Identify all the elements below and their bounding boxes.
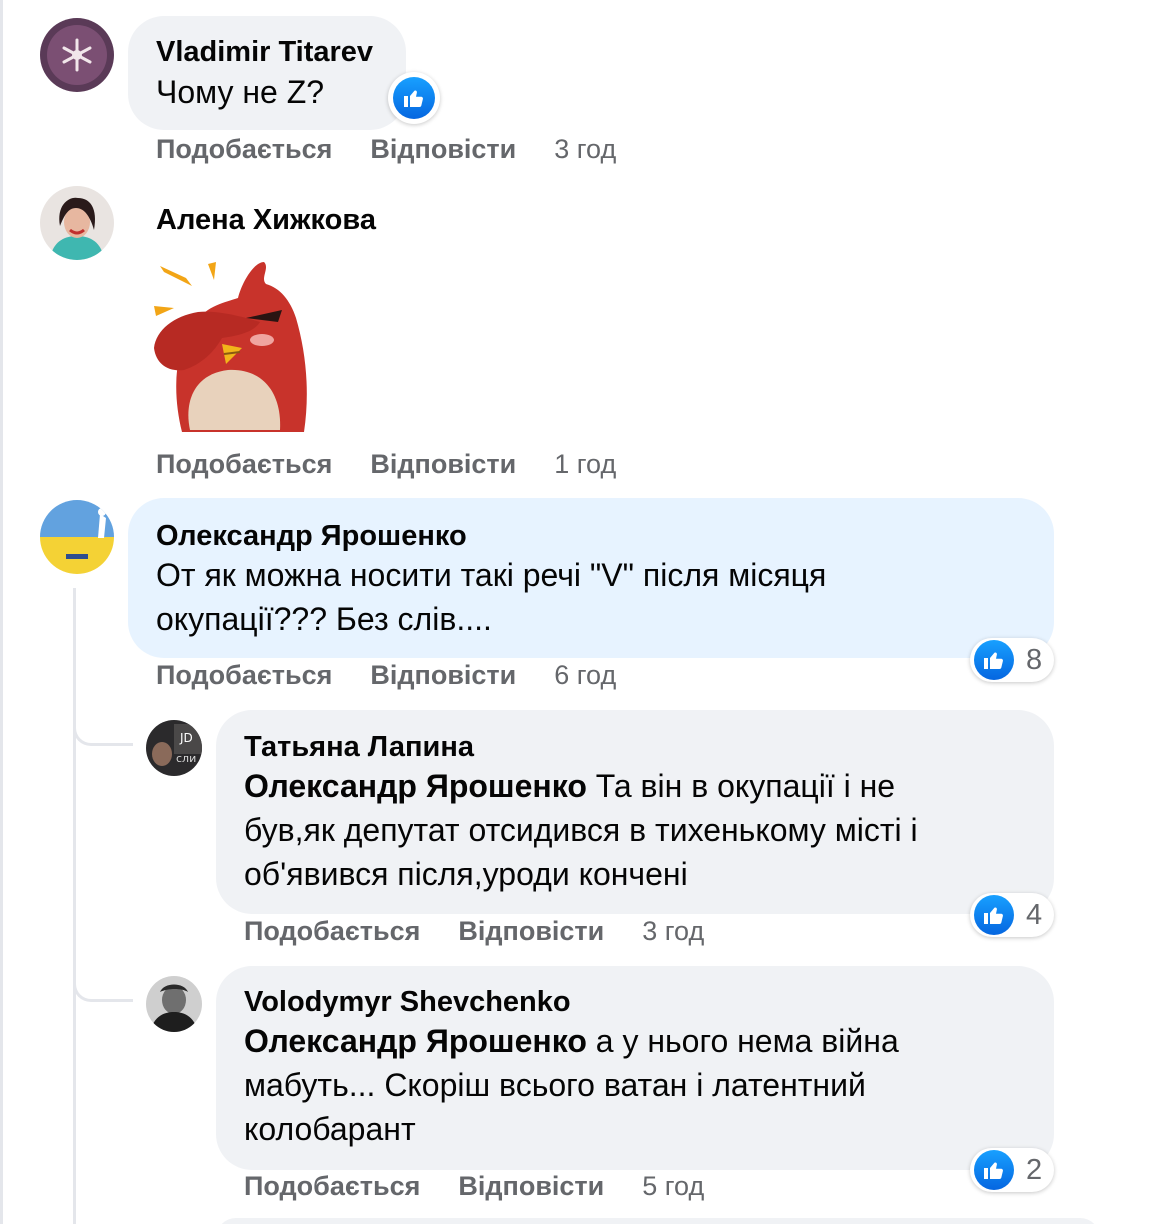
reply-text-line: Олександр Ярошенко а у нього нема війна	[244, 1019, 899, 1063]
reply-link[interactable]: Відповісти	[458, 916, 604, 947]
avatar[interactable]: JD сли	[146, 720, 202, 776]
comment-text-line: От як можна носити такі речі "V" після м…	[156, 557, 827, 593]
comment-author[interactable]: Алена Хижкова	[156, 204, 376, 237]
comment-time[interactable]: 3 год	[554, 134, 616, 165]
comment-actions: Подобається Відповісти 3 год	[156, 134, 616, 165]
thread-line	[73, 588, 76, 1224]
reaction-badge[interactable]: 2	[970, 1148, 1055, 1192]
like-link[interactable]: Подобається	[156, 134, 332, 165]
thread-connector	[73, 726, 133, 746]
reply-author[interactable]: Татьяна Лапина	[244, 731, 474, 764]
comment-text-line: окупації??? Без слів....	[156, 601, 492, 637]
mention-link[interactable]: Олександр Ярошенко	[244, 1023, 587, 1059]
reply-text-line: колобарант	[244, 1111, 416, 1147]
avatar[interactable]	[40, 186, 114, 260]
reply-text-line: об'явився після,уроди кончені	[244, 856, 688, 892]
thumbs-up-icon	[974, 895, 1014, 935]
reply-text-line: мабуть... Скоріш всього ватан і латентни…	[244, 1067, 866, 1103]
reply-link[interactable]: Відповісти	[458, 1171, 604, 1202]
reply-link[interactable]: Відповісти	[370, 449, 516, 480]
reply-actions: Подобається Відповісти 5 год	[244, 1171, 704, 1202]
like-link[interactable]: Подобається	[156, 660, 332, 691]
reaction-count: 2	[1026, 1153, 1043, 1186]
reply-time[interactable]: 5 год	[642, 1171, 704, 1202]
like-link[interactable]: Подобається	[244, 916, 420, 947]
like-link[interactable]: Подобається	[244, 1171, 420, 1202]
reply-text: а у нього нема війна	[586, 1023, 899, 1059]
comment-actions: Подобається Відповісти 6 год	[156, 660, 616, 691]
thumbs-up-icon	[974, 1150, 1014, 1190]
reaction-count: 4	[1026, 898, 1043, 931]
comment-author[interactable]: Vladimir Titarev	[156, 36, 373, 69]
reaction-badge[interactable]: 8	[970, 638, 1055, 682]
reply-time[interactable]: 3 год	[642, 916, 704, 947]
comment-time[interactable]: 1 год	[554, 449, 616, 480]
svg-text:JD: JD	[179, 731, 193, 745]
comment-time[interactable]: 6 год	[554, 660, 616, 691]
reply-text: Та він в окупації і не	[586, 768, 896, 804]
like-link[interactable]: Подобається	[156, 449, 332, 480]
reply-link[interactable]: Відповісти	[370, 660, 516, 691]
red-bird-facepalm-sticker	[150, 252, 316, 436]
reply-bubble-partial	[216, 1218, 1100, 1224]
comment-author[interactable]: Олександр Ярошенко	[156, 520, 467, 553]
comment-actions: Подобається Відповісти 1 год	[156, 449, 616, 480]
avatar[interactable]	[146, 976, 202, 1032]
svg-text:сли: сли	[176, 752, 196, 765]
reply-text-line: Олександр Ярошенко Та він в окупації і н…	[244, 764, 895, 808]
reply-text-line: був,як депутат отсидився в тихенькому мі…	[244, 812, 918, 848]
reaction-count: 8	[1026, 643, 1043, 676]
reply-author[interactable]: Volodymyr Shevchenko	[244, 986, 571, 1019]
mention-link[interactable]: Олександр Ярошенко	[244, 768, 587, 804]
feed-left-border	[0, 0, 3, 1224]
reply-link[interactable]: Відповісти	[370, 134, 516, 165]
reaction-badge[interactable]	[388, 72, 440, 124]
thumbs-up-icon	[393, 77, 435, 119]
thread-connector	[73, 982, 133, 1002]
comment-text: Чому не Z?	[156, 74, 325, 110]
avatar[interactable]	[40, 18, 114, 92]
avatar[interactable]	[40, 500, 114, 574]
reply-actions: Подобається Відповісти 3 год	[244, 916, 704, 947]
reaction-badge[interactable]: 4	[970, 893, 1055, 937]
thumbs-up-icon	[974, 640, 1014, 680]
